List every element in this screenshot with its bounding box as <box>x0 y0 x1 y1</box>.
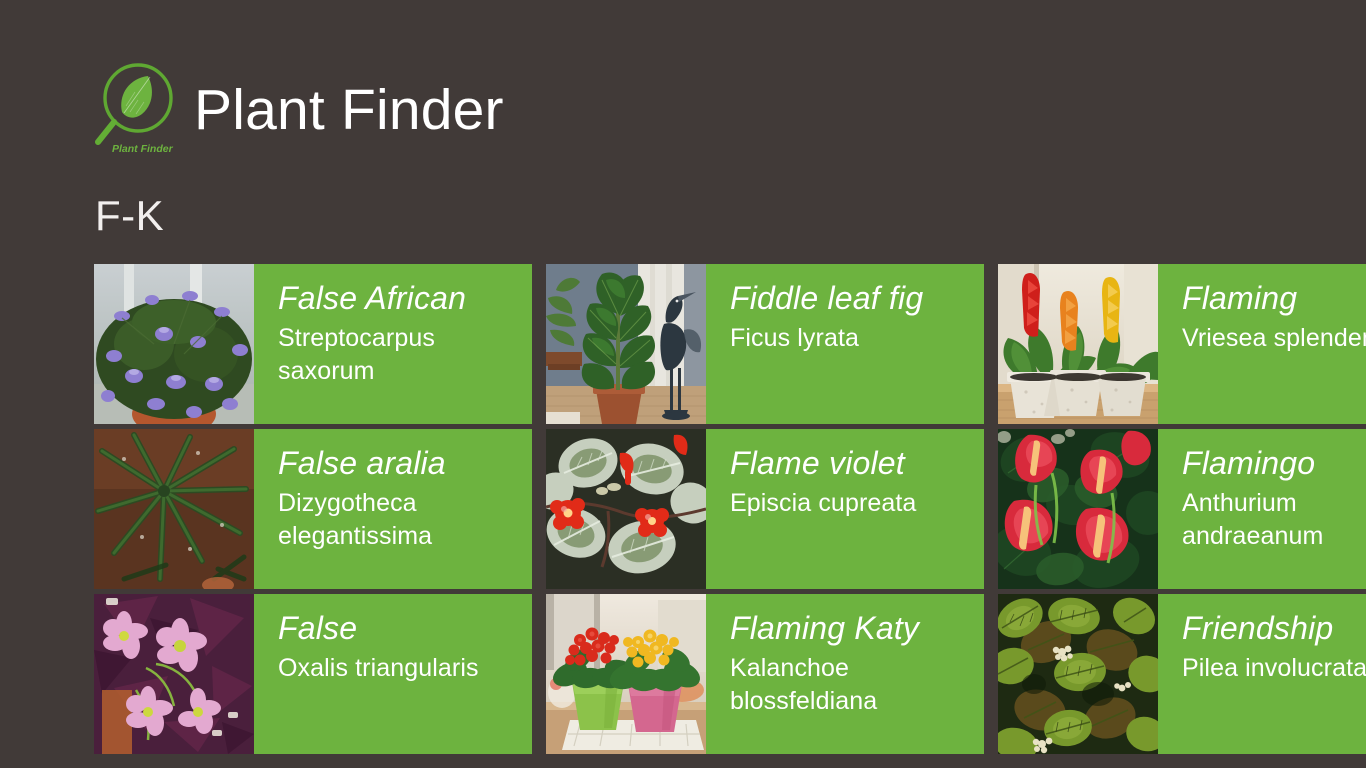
plant-botanical-name-line: elegantissima <box>278 522 433 550</box>
plant-tile-body: Friendship Pilea involucrata <box>1158 594 1366 754</box>
plant-botanical-name-line: blossfeldiana <box>730 687 878 715</box>
plant-tile[interactable]: False Oxalis triangularis <box>94 594 532 754</box>
plant-botanical-name-line: andraeanum <box>1182 522 1324 550</box>
plant-common-name: Flaming Katy <box>730 610 920 646</box>
plant-common-name: Flamingo <box>1182 445 1316 481</box>
plant-botanical-name-line: Dizygotheca <box>278 489 417 517</box>
ficus-lyrata-photo <box>546 264 706 424</box>
plant-botanical-name: Oxalis triangularis <box>278 652 522 685</box>
kalanchoe-blossfeldiana-photo <box>546 594 706 754</box>
plant-botanical-name: Dizygotheca elegantissima <box>278 487 522 553</box>
anthurium-andraeanum-photo <box>998 429 1158 589</box>
plant-tile[interactable]: False aralia Dizygotheca elegantissima <box>94 429 532 589</box>
group-header-f-k[interactable]: F-K <box>95 192 164 239</box>
plant-tile[interactable]: Friendship Pilea involucrata <box>998 594 1366 754</box>
plant-botanical-name: Streptocarpus saxorum <box>278 322 522 388</box>
plant-tile-body: False aralia Dizygotheca elegantissima <box>254 429 532 589</box>
plant-botanical-name: Ficus lyrata <box>730 322 974 355</box>
plant-tile-body: False African Streptocarpus saxorum <box>254 264 532 424</box>
plant-botanical-name: Pilea involucrata <box>1182 652 1366 685</box>
plant-botanical-name-line: Kalanchoe <box>730 654 850 682</box>
episcia-cupreata-photo <box>546 429 706 589</box>
plant-botanical-name-line: Ficus lyrata <box>730 324 860 352</box>
plant-botanical-name-line: Streptocarpus <box>278 324 435 352</box>
plant-common-name: False African <box>278 280 467 316</box>
app-header: Plant Finder Plant Finder <box>94 58 504 162</box>
plant-common-name: Flaming <box>1182 280 1298 316</box>
plant-botanical-name: Episcia cupreata <box>730 487 974 520</box>
plant-tile[interactable]: Flamingo Anthurium andraeanum <box>998 429 1366 589</box>
plant-tile-body: False Oxalis triangularis <box>254 594 532 754</box>
plant-botanical-name-line: Anthurium <box>1182 489 1297 517</box>
plant-tile[interactable]: Flaming Vriesea splendens <box>998 264 1366 424</box>
plant-common-name: Fiddle leaf fig <box>730 280 924 316</box>
vriesea-splendens-photo <box>998 264 1158 424</box>
plant-botanical-name-line: Episcia cupreata <box>730 489 917 517</box>
plant-tile-body: Flame violet Episcia cupreata <box>706 429 984 589</box>
pilea-involucrata-photo <box>998 594 1158 754</box>
plant-tile[interactable]: Flaming Katy Kalanchoe blossfeldiana <box>546 594 984 754</box>
plant-common-name: Friendship <box>1182 610 1334 646</box>
plant-botanical-name: Anthurium andraeanum <box>1182 487 1366 553</box>
plant-common-name: False aralia <box>278 445 446 481</box>
plant-botanical-name-line: saxorum <box>278 357 375 385</box>
plant-botanical-name-line: Oxalis triangularis <box>278 654 479 682</box>
plant-botanical-name-line: Vriesea splendens <box>1182 324 1366 352</box>
page-title: Plant Finder <box>194 77 504 142</box>
plant-tile-body: Flamingo Anthurium andraeanum <box>1158 429 1366 589</box>
plant-botanical-name: Kalanchoe blossfeldiana <box>730 652 974 718</box>
plant-tile-body: Flaming Katy Kalanchoe blossfeldiana <box>706 594 984 754</box>
plant-tile[interactable]: Fiddle leaf fig Ficus lyrata <box>546 264 984 424</box>
plant-common-name: False <box>278 610 358 646</box>
magnifier-leaf-icon: Plant Finder <box>94 60 180 160</box>
plant-botanical-name: Vriesea splendens <box>1182 322 1366 355</box>
plant-botanical-name-line: Pilea involucrata <box>1182 654 1366 682</box>
plant-tile[interactable]: False African Streptocarpus saxorum <box>94 264 532 424</box>
plant-tile[interactable]: Flame violet Episcia cupreata <box>546 429 984 589</box>
streptocarpus-saxorum-photo <box>94 264 254 424</box>
plant-common-name: Flame violet <box>730 445 905 481</box>
dizygotheca-elegantissima-photo <box>94 429 254 589</box>
logo-caption: Plant Finder <box>112 143 174 155</box>
oxalis-triangularis-photo <box>94 594 254 754</box>
plant-tile-body: Fiddle leaf fig Ficus lyrata <box>706 264 984 424</box>
plant-tile-grid: False African Streptocarpus saxorum Fals… <box>94 264 1366 764</box>
plant-tile-body: Flaming Vriesea splendens <box>1158 264 1366 424</box>
